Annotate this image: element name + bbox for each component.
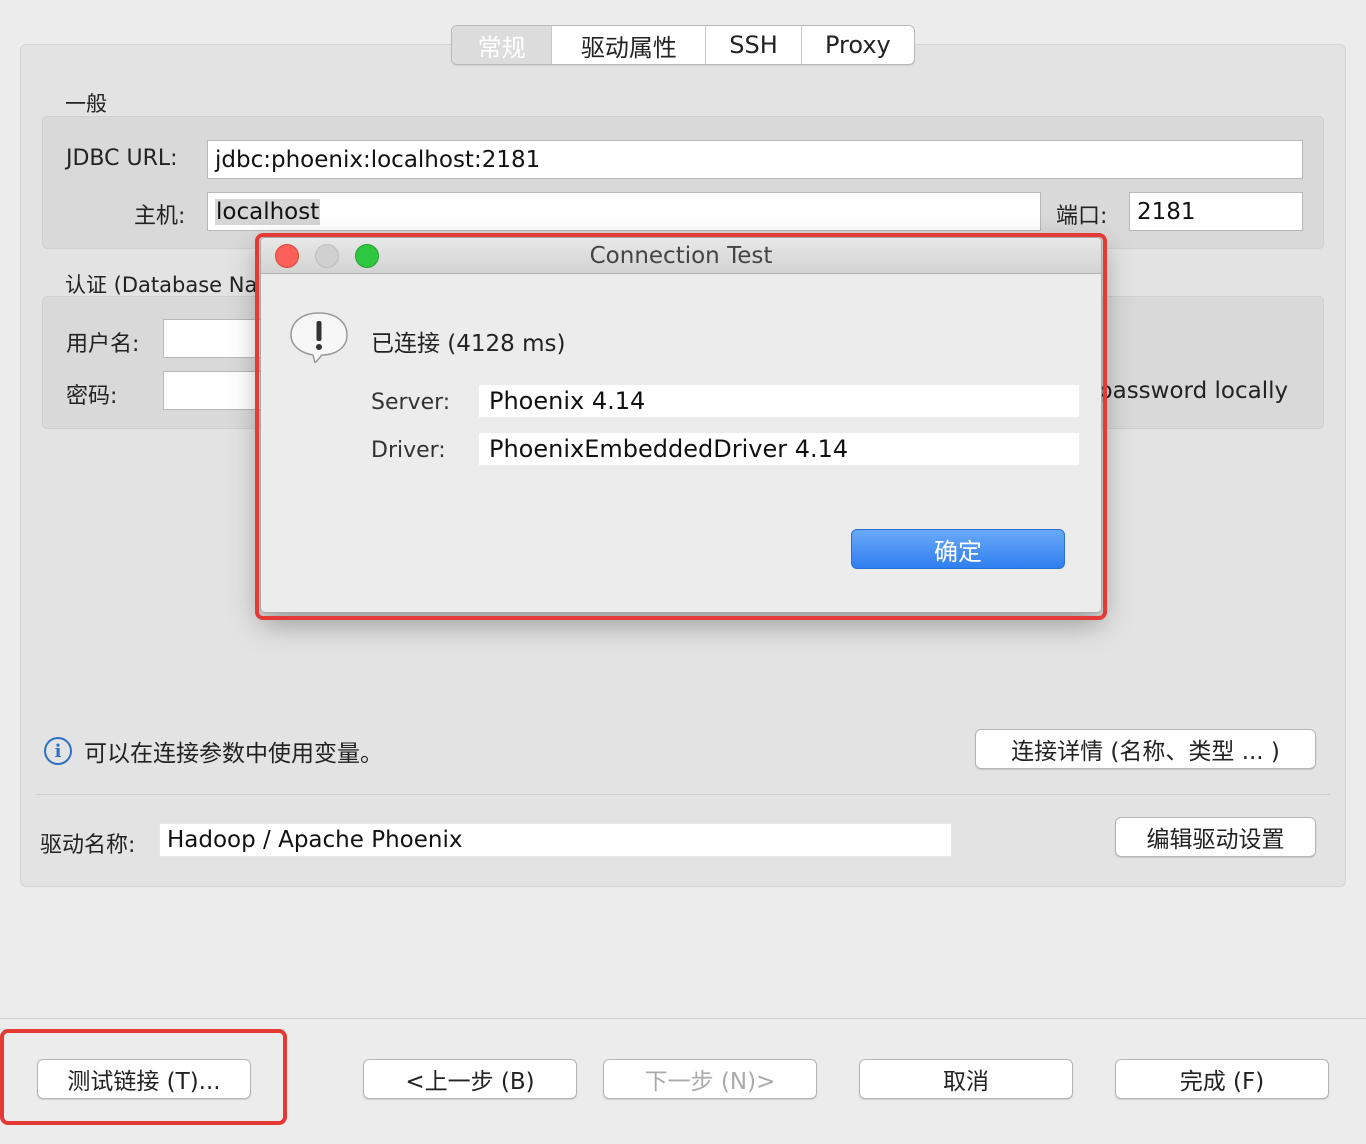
driver-name-label: 驱动名称: (40, 833, 136, 858)
general-section-title: 一般 (65, 92, 107, 116)
connection-details-button[interactable]: 连接详情 (名称、类型 ... ) (975, 729, 1316, 769)
test-button-highlight (0, 1029, 287, 1125)
jdbc-url-input[interactable]: jdbc:phoenix:localhost:2181 (207, 140, 1303, 179)
next-button[interactable]: 下一步 (N)> (603, 1059, 817, 1099)
host-input[interactable]: localhost (207, 192, 1041, 231)
username-label: 用户名: (66, 332, 140, 357)
section-divider (36, 794, 1330, 795)
port-value: 2181 (1137, 198, 1196, 225)
back-button[interactable]: <上一步 (B) (363, 1059, 577, 1099)
cancel-button[interactable]: 取消 (859, 1059, 1073, 1099)
save-password-label[interactable]: password locally (1098, 378, 1288, 404)
driver-name-value: Hadoop / Apache Phoenix (167, 827, 463, 853)
host-value: localhost (215, 198, 321, 225)
tab-driver-properties[interactable]: 驱动属性 (552, 26, 707, 64)
driver-name-field: Hadoop / Apache Phoenix (159, 823, 952, 857)
jdbc-url-value: jdbc:phoenix:localhost:2181 (215, 146, 541, 173)
finish-button[interactable]: 完成 (F) (1115, 1059, 1329, 1099)
tab-general[interactable]: 常规 (452, 26, 553, 64)
tab-ssh[interactable]: SSH (706, 26, 802, 64)
host-label: 主机: (134, 204, 186, 229)
settings-tabs: 常规 驱动属性 SSH Proxy (451, 25, 915, 65)
port-label: 端口: (1056, 204, 1108, 229)
tab-proxy[interactable]: Proxy (802, 26, 914, 64)
info-icon: i (44, 737, 72, 765)
jdbc-url-label: JDBC URL: (66, 146, 178, 171)
dialog-highlight (255, 233, 1107, 620)
auth-section-title: 认证 (Database Na (65, 273, 258, 297)
edit-driver-settings-button[interactable]: 编辑驱动设置 (1115, 817, 1316, 857)
port-input[interactable]: 2181 (1129, 192, 1303, 231)
password-label: 密码: (66, 384, 118, 409)
variables-hint: 可以在连接参数中使用变量。 (84, 741, 383, 767)
